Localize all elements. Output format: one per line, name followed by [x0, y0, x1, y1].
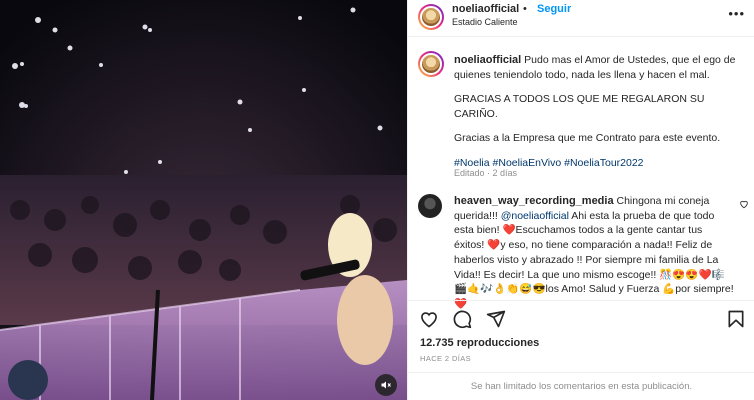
more-options-button[interactable]: •••	[728, 6, 745, 21]
location-link[interactable]: Estadio Caliente	[452, 17, 518, 27]
avatar[interactable]	[418, 4, 444, 30]
concert-video-frame	[0, 0, 407, 400]
bookmark-icon[interactable]	[726, 309, 746, 329]
caption-line-3: Gracias a la Empresa que me Contrato par…	[454, 132, 721, 144]
separator-dot: •	[523, 3, 527, 15]
comments-limited-notice: Se han limitado los comentarios en esta …	[408, 372, 754, 400]
header-username[interactable]: noeliaofficial	[452, 3, 519, 15]
comment-mention[interactable]: @noeliaofficial	[501, 210, 569, 222]
commenter-username[interactable]: heaven_way_recording_media	[454, 195, 614, 207]
comment-body-b: Ahi esta la prueba de que todo esta bien…	[454, 209, 734, 310]
caption-avatar[interactable]	[418, 51, 444, 77]
caption-text: noeliaofficial Pudo mas el Amor de Usted…	[454, 53, 744, 180]
speaker-muted-icon	[381, 381, 391, 389]
caption-username[interactable]: noeliaofficial	[454, 54, 521, 66]
comment-like-icon[interactable]	[739, 199, 749, 209]
comment-item: heaven_way_recording_media Chingona mi c…	[408, 187, 754, 310]
action-bar	[408, 300, 754, 334]
heart-icon[interactable]	[419, 309, 439, 329]
caption-meta: Editado · 2 días	[454, 168, 518, 178]
comment-icon[interactable]	[452, 309, 472, 329]
post-modal: noeliaofficial • Seguir Estadio Caliente…	[0, 0, 754, 400]
commenter-avatar[interactable]	[418, 194, 442, 218]
post-header: noeliaofficial • Seguir Estadio Caliente…	[408, 0, 754, 37]
views-count[interactable]: 12.735 reproducciones	[420, 337, 539, 349]
post-details-panel: noeliaofficial • Seguir Estadio Caliente…	[407, 0, 754, 400]
comment-text: heaven_way_recording_media Chingona mi c…	[454, 194, 734, 312]
mute-button[interactable]	[375, 374, 397, 396]
send-icon[interactable]	[486, 309, 506, 329]
post-timestamp: HACE 2 DÍAS	[420, 354, 472, 363]
video-player[interactable]	[0, 0, 407, 400]
post-caption: noeliaofficial Pudo mas el Amor de Usted…	[408, 37, 754, 187]
follow-button[interactable]: Seguir	[537, 3, 571, 15]
caption-line-2: GRACIAS A TODOS LOS QUE ME REGALARON SU …	[454, 93, 705, 120]
